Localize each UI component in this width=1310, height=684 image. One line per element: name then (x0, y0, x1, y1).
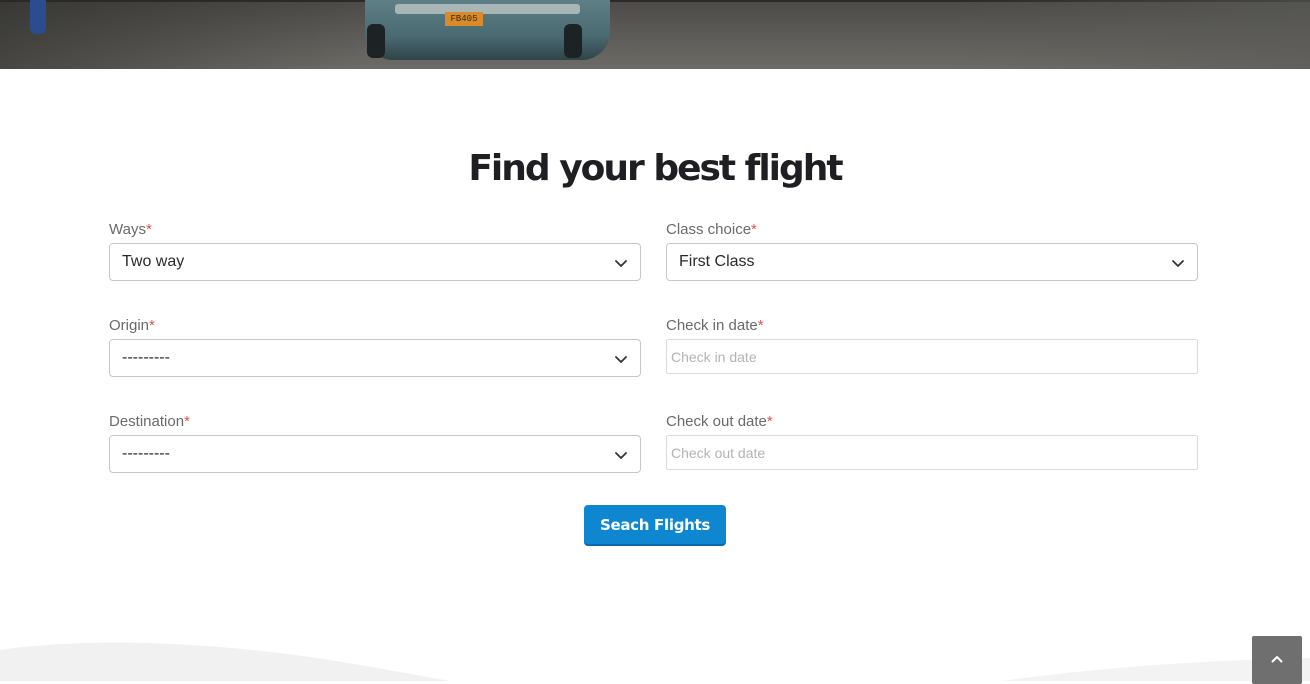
required-mark: * (184, 413, 190, 430)
hero-person (30, 0, 46, 34)
check-out-date-input[interactable] (667, 436, 1197, 469)
chevron-down-icon (615, 356, 627, 363)
origin-field: Origin* --------- (109, 316, 641, 377)
required-mark: * (757, 317, 764, 334)
hero-shade-right (950, 0, 1310, 69)
hero-car-bumper (395, 4, 580, 14)
origin-select[interactable]: --------- (109, 339, 641, 377)
check-out-date-box (666, 435, 1198, 470)
check-in-date-box (666, 339, 1198, 374)
check-in-field: Check in date* (666, 316, 1198, 374)
chevron-up-icon (1271, 656, 1283, 663)
page-title: Find your best flight (468, 148, 843, 189)
back-to-top-button[interactable] (1252, 636, 1302, 684)
class-choice-field: Class choice* First Class (666, 220, 1198, 281)
class-choice-select-value: First Class (679, 253, 755, 270)
destination-select[interactable]: --------- (109, 435, 641, 473)
check-in-label: Check in date* (666, 317, 764, 334)
check-in-date-input[interactable] (667, 340, 1197, 373)
hero-shade-left (0, 0, 360, 69)
required-mark: * (766, 413, 773, 430)
search-flights-button[interactable]: Seach Flights (584, 505, 726, 544)
destination-select-value: --------- (122, 445, 170, 462)
required-mark: * (145, 221, 152, 238)
class-choice-select[interactable]: First Class (666, 243, 1198, 281)
required-mark: * (751, 221, 757, 238)
origin-label: Origin* (109, 317, 155, 334)
hero-image: FB405 (0, 0, 1310, 69)
destination-label: Destination* (109, 413, 190, 430)
hero-car-wheel-right (564, 24, 582, 58)
check-out-label: Check out date* (666, 413, 773, 430)
destination-field: Destination* --------- (109, 412, 641, 473)
ways-field: Ways* Two way (109, 220, 641, 281)
class-choice-label: Class choice* (666, 221, 757, 238)
hero-car-plate: FB405 (445, 12, 483, 26)
hero-car-wheel-left (367, 24, 385, 58)
ways-select[interactable]: Two way (109, 243, 641, 281)
chevron-down-icon (1172, 260, 1184, 267)
required-mark: * (149, 317, 155, 334)
origin-select-value: --------- (122, 349, 170, 366)
footer-wave (0, 642, 1310, 681)
hero-car: FB405 (365, 0, 610, 60)
chevron-down-icon (615, 260, 627, 267)
chevron-down-icon (615, 452, 627, 459)
check-out-field: Check out date* (666, 412, 1198, 470)
ways-select-value: Two way (122, 253, 185, 270)
ways-label: Ways* (109, 221, 152, 238)
